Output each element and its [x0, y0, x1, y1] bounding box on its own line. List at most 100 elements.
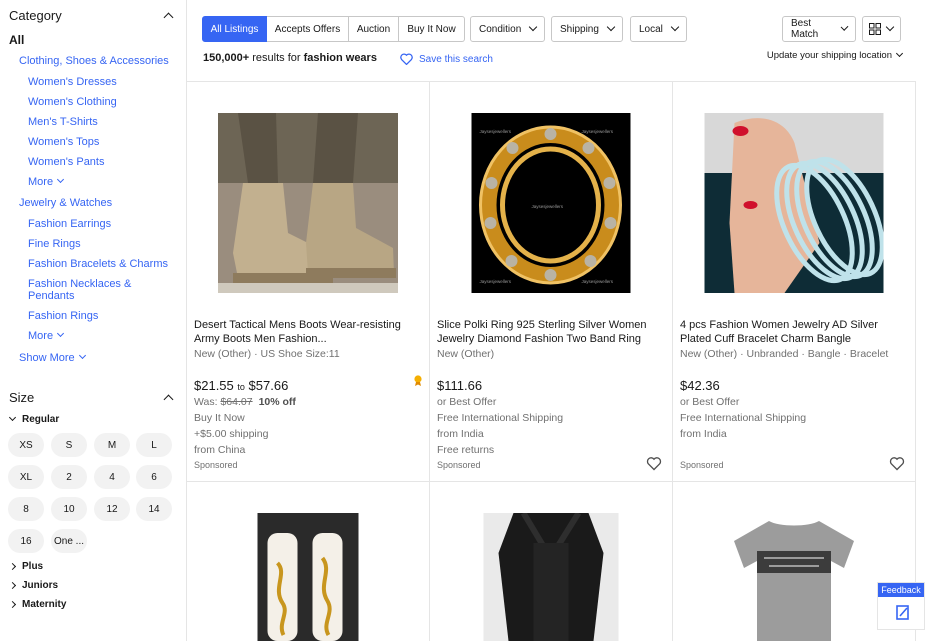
size-option-12[interactable]: 12 [94, 497, 130, 521]
product-image-bangle[interactable] [704, 113, 884, 293]
sort-dropdown[interactable]: Best Match [782, 16, 856, 42]
product-subtitle: New (Other) · US Shoe Size:11 [194, 348, 340, 360]
size-option-16[interactable]: 16 [8, 529, 44, 553]
shipping-dropdown[interactable]: Shipping [551, 16, 623, 42]
chevron-down-icon [670, 22, 680, 32]
watermark-text: Jaysesjewellers [480, 279, 512, 284]
category-mens-tshirts[interactable]: Men's T-Shirts [28, 116, 98, 128]
size-option-one-size[interactable]: One ... [51, 529, 87, 553]
category-more-link[interactable]: More [28, 175, 65, 188]
results-query: fashion wears [303, 52, 377, 64]
more-label: More [28, 330, 54, 342]
tab-accepts-offers[interactable]: Accepts Offers [267, 16, 349, 42]
product-title[interactable]: Desert Tactical Mens Boots Wear-resistin… [194, 318, 426, 346]
sponsored-label: Sponsored [437, 460, 481, 470]
size-option-l[interactable]: L [136, 433, 172, 457]
product-card[interactable]: Jaysesjewellers Jaysesjewellers Jaysesje… [430, 82, 673, 482]
shipping-cost: Free International Shipping [680, 412, 807, 424]
size-option-xl[interactable]: XL [8, 465, 44, 489]
category-womens-tops[interactable]: Women's Tops [28, 136, 99, 148]
product-card[interactable]: 4 pcs Fashion Women Jewelry AD Silver Pl… [673, 82, 916, 482]
product-title[interactable]: 4 pcs Fashion Women Jewelry AD Silver Pl… [680, 318, 912, 346]
size-heading[interactable]: Size [9, 390, 175, 405]
feedback-label: Feedback [878, 583, 924, 597]
category-womens-clothing[interactable]: Women's Clothing [28, 96, 117, 108]
product-card[interactable] [187, 482, 430, 641]
more-label: More [28, 176, 54, 188]
maternity-size-group[interactable]: Maternity [8, 599, 67, 610]
sponsored-label: Sponsored [680, 460, 724, 470]
local-dropdown[interactable]: Local [630, 16, 687, 42]
category-jewelry-watches[interactable]: Jewelry & Watches [19, 197, 112, 209]
category-fine-rings[interactable]: Fine Rings [28, 238, 81, 250]
chevron-down-icon [78, 351, 86, 360]
category-heading-label: Category [9, 8, 62, 23]
chevron-down-icon [529, 22, 538, 32]
condition-dropdown[interactable]: Condition [470, 16, 546, 42]
save-search-label: Save this search [419, 53, 493, 65]
category-heading[interactable]: Category [9, 8, 175, 23]
condition-label: Condition [479, 23, 522, 35]
watermark-text: Jaysesjewellers [582, 129, 614, 134]
juniors-size-group[interactable]: Juniors [8, 580, 58, 591]
tab-all-listings[interactable]: All Listings [202, 16, 267, 42]
item-origin: from India [680, 428, 727, 440]
product-card[interactable] [430, 482, 673, 641]
tab-auction[interactable]: Auction [349, 16, 399, 42]
filter-sidebar: Category All Clothing, Shoes & Accessori… [0, 0, 186, 641]
size-option-14[interactable]: 14 [136, 497, 172, 521]
product-image-black-shirt[interactable] [483, 513, 619, 641]
results-toolbar: All Listings Accepts Offers Auction Buy … [187, 0, 916, 82]
chevron-up-icon[interactable] [163, 394, 174, 405]
results-main: All Listings Accepts Offers Auction Buy … [186, 0, 916, 641]
buy-it-now-label: Buy It Now [194, 412, 245, 424]
size-option-10[interactable]: 10 [51, 497, 87, 521]
sort-label: Best Match [791, 18, 819, 40]
size-option-8[interactable]: 8 [8, 497, 44, 521]
category-fashion-rings[interactable]: Fashion Rings [28, 310, 98, 322]
sponsored-label: Sponsored [194, 460, 238, 470]
size-option-4[interactable]: 4 [94, 465, 130, 489]
category-all[interactable]: All [9, 33, 24, 47]
category-womens-dresses[interactable]: Women's Dresses [28, 76, 117, 88]
category-fashion-bracelets[interactable]: Fashion Bracelets & Charms [28, 258, 168, 270]
save-search-link[interactable]: Save this search [400, 53, 493, 65]
size-heading-label: Size [9, 390, 35, 405]
show-more-link[interactable]: Show More [19, 351, 86, 364]
was-label: Was: [194, 396, 218, 408]
size-option-s[interactable]: S [51, 433, 87, 457]
product-title[interactable]: Slice Polki Ring 925 Sterling Silver Wom… [437, 318, 669, 346]
product-image-gray-tshirt[interactable] [729, 513, 859, 641]
results-mid-text: results for [249, 52, 304, 64]
maternity-label: Maternity [22, 599, 67, 610]
watch-heart-icon[interactable] [889, 456, 905, 471]
regular-size-group[interactable]: Regular [8, 413, 59, 425]
product-image-ring[interactable]: Jaysesjewellers Jaysesjewellers Jaysesje… [471, 113, 631, 293]
product-subtitle: New (Other) · Unbranded · Bangle · Brace… [680, 348, 889, 360]
size-option-2[interactable]: 2 [51, 465, 87, 489]
product-image-boots[interactable] [218, 113, 398, 293]
size-option-xs[interactable]: XS [8, 433, 44, 457]
tab-buy-it-now[interactable]: Buy It Now [399, 16, 465, 42]
shipping-cost: Free International Shipping [437, 412, 564, 424]
view-toggle-button[interactable] [862, 16, 901, 42]
category-fashion-necklaces[interactable]: Fashion Necklaces & Pendants [28, 278, 168, 302]
plus-size-group[interactable]: Plus [8, 561, 43, 572]
size-option-6[interactable]: 6 [136, 465, 172, 489]
product-image-bangles-white[interactable] [257, 513, 359, 641]
update-shipping-link[interactable]: Update your shipping location [767, 49, 904, 61]
chevron-up-icon[interactable] [163, 12, 174, 23]
results-number: 150,000+ [203, 52, 250, 64]
discount-label: 10% off [258, 396, 296, 408]
price-to: to [237, 382, 245, 392]
size-option-m[interactable]: M [94, 433, 130, 457]
watermark-text: Jaysesjewellers [582, 279, 614, 284]
product-card[interactable]: Desert Tactical Mens Boots Wear-resistin… [187, 82, 430, 482]
top-rated-badge-icon [414, 375, 422, 386]
feedback-widget[interactable]: Feedback [877, 582, 925, 630]
category-more-link-2[interactable]: More [28, 329, 65, 342]
category-clothing-shoes-accessories[interactable]: Clothing, Shoes & Accessories [19, 55, 169, 67]
watch-heart-icon[interactable] [646, 456, 662, 471]
category-womens-pants[interactable]: Women's Pants [28, 156, 104, 168]
category-fashion-earrings[interactable]: Fashion Earrings [28, 218, 111, 230]
